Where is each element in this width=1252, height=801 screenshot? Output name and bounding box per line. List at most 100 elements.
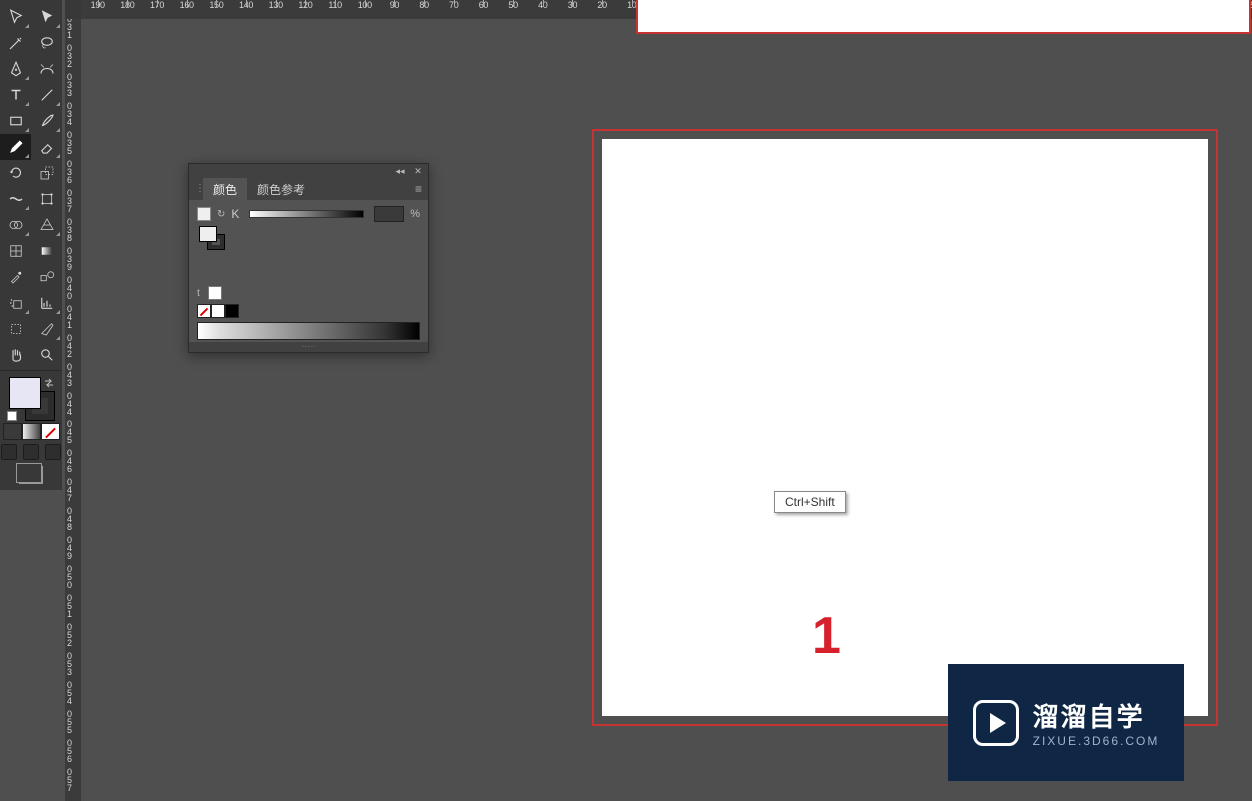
panel-fill-stroke-stack[interactable] (199, 226, 229, 252)
panel-titlebar[interactable]: ◂◂ ✕ (189, 164, 428, 178)
ruler-v-tick: 044 (65, 392, 81, 416)
panel-menu-icon[interactable]: ≡ (415, 182, 422, 196)
ruler-origin[interactable] (65, 0, 81, 19)
selection-tool[interactable] (0, 4, 31, 30)
ruler-v-tick: 040 (65, 276, 81, 300)
ruler-v-tick: 034 (65, 102, 81, 126)
color-mode-none[interactable] (41, 423, 60, 440)
ruler-v-tick: 049 (65, 536, 81, 560)
ruler-h-tick: 60 (472, 0, 494, 10)
ruler-v-tick: 057 (65, 768, 81, 792)
panel-grip-icon[interactable]: ⋮⋮ (195, 183, 203, 195)
tint-icon: t (197, 288, 200, 299)
direct-select-tool[interactable] (31, 4, 62, 30)
perspective-tool[interactable] (31, 212, 62, 238)
fill-swatch[interactable] (9, 377, 41, 409)
panel-collapse-icon[interactable]: ◂◂ (394, 166, 406, 176)
tab-color-guide[interactable]: 颜色参考 (247, 178, 315, 201)
ruler-v-tick: 045 (65, 420, 81, 444)
artboard-selected[interactable]: 1 Ctrl+Shift (592, 129, 1218, 726)
tab-color[interactable]: 颜色 (203, 178, 247, 201)
mesh-tool[interactable] (0, 238, 31, 264)
ruler-h-tick: 30 (561, 0, 583, 10)
ruler-v-tick: 047 (65, 478, 81, 502)
paintbrush-tool[interactable] (31, 108, 62, 134)
artboard-tool[interactable] (0, 316, 31, 342)
ruler-v-tick: 032 (65, 44, 81, 68)
ruler-v-tick: 056 (65, 739, 81, 763)
draw-behind-icon[interactable] (23, 444, 39, 460)
swap-fill-stroke-icon[interactable] (43, 377, 55, 389)
ruler-v-tick: 055 (65, 710, 81, 734)
draw-normal-icon[interactable] (1, 444, 17, 460)
color-mode-solid[interactable] (3, 423, 22, 440)
screen-mode-icon[interactable] (19, 466, 43, 484)
ruler-v-tick: 033 (65, 73, 81, 97)
ruler-h-tick: 160 (176, 0, 198, 10)
blend-tool[interactable] (31, 264, 62, 290)
ruler-v-tick: 043 (65, 363, 81, 387)
ruler-h-tick: 50 (502, 0, 524, 10)
percent-label: % (410, 208, 420, 220)
panel-fill-chip[interactable] (197, 207, 211, 221)
play-icon (973, 700, 1019, 746)
swatch-none[interactable] (197, 304, 211, 318)
width-tool[interactable] (0, 186, 31, 212)
panel-close-icon[interactable]: ✕ (412, 166, 424, 176)
toolbar (0, 0, 62, 490)
ruler-v-tick: 038 (65, 218, 81, 242)
pencil-tool[interactable] (0, 134, 31, 160)
ruler-v-tick: 052 (65, 623, 81, 647)
swap-icon[interactable]: ↻ (217, 209, 225, 220)
zoom-tool[interactable] (31, 342, 62, 368)
eraser-tool[interactable] (31, 134, 62, 160)
pen-tool[interactable] (0, 56, 31, 82)
artboard-strip-top (636, 0, 1251, 34)
ruler-v-tick: 046 (65, 449, 81, 473)
draw-inside-icon[interactable] (45, 444, 61, 460)
graph-tool[interactable] (31, 290, 62, 316)
ruler-v-tick: 039 (65, 247, 81, 271)
color-mode-gradient[interactable] (22, 423, 41, 440)
k-channel-label: K (231, 207, 239, 221)
panel-resize-grip[interactable]: ····· (189, 342, 428, 352)
ruler-v-tick: 042 (65, 334, 81, 358)
artboard-number: 1 (812, 606, 841, 666)
symbol-spray-tool[interactable] (0, 290, 31, 316)
shape-builder-tool[interactable] (0, 212, 31, 238)
ruler-h-tick: 90 (383, 0, 405, 10)
color-panel[interactable]: ◂◂ ✕ ⋮⋮ 颜色 颜色参考 ≡ ↻ K % t (188, 163, 429, 353)
rectangle-tool[interactable] (0, 108, 31, 134)
ruler-vertical[interactable]: 0310320330340350360370380390400410420430… (65, 0, 81, 801)
swatch-black[interactable] (225, 304, 239, 318)
slice-tool[interactable] (31, 316, 62, 342)
ruler-v-tick: 048 (65, 507, 81, 531)
ruler-h-tick: 100 (354, 0, 376, 10)
watermark-sub: ZIXUE.3D66.COM (1033, 734, 1160, 748)
watermark-overlay: 溜溜自学 ZIXUE.3D66.COM (948, 664, 1184, 781)
ruler-h-tick: 170 (146, 0, 168, 10)
ruler-v-tick: 036 (65, 160, 81, 184)
scale-tool[interactable] (31, 160, 62, 186)
fill-stroke-swatches[interactable] (0, 373, 62, 490)
free-transform-tool[interactable] (31, 186, 62, 212)
eyedropper-tool[interactable] (0, 264, 31, 290)
wand-tool[interactable] (0, 30, 31, 56)
k-slider[interactable] (249, 210, 364, 218)
default-fill-stroke-icon[interactable] (7, 411, 17, 421)
k-value-input[interactable] (374, 206, 404, 222)
hand-tool[interactable] (0, 342, 31, 368)
type-tool[interactable] (0, 82, 31, 108)
gradient-tool[interactable] (31, 238, 62, 264)
keyboard-hint-tooltip: Ctrl+Shift (774, 491, 846, 513)
ruler-h-tick: 130 (265, 0, 287, 10)
ruler-v-tick: 037 (65, 189, 81, 213)
ruler-h-tick: 70 (443, 0, 465, 10)
rotate-tool[interactable] (0, 160, 31, 186)
lasso-tool[interactable] (31, 30, 62, 56)
line-tool[interactable] (31, 82, 62, 108)
swatch-white[interactable] (211, 304, 225, 318)
tint-swatch[interactable] (208, 286, 222, 300)
curvature-tool[interactable] (31, 56, 62, 82)
grayscale-spectrum[interactable] (197, 322, 420, 340)
